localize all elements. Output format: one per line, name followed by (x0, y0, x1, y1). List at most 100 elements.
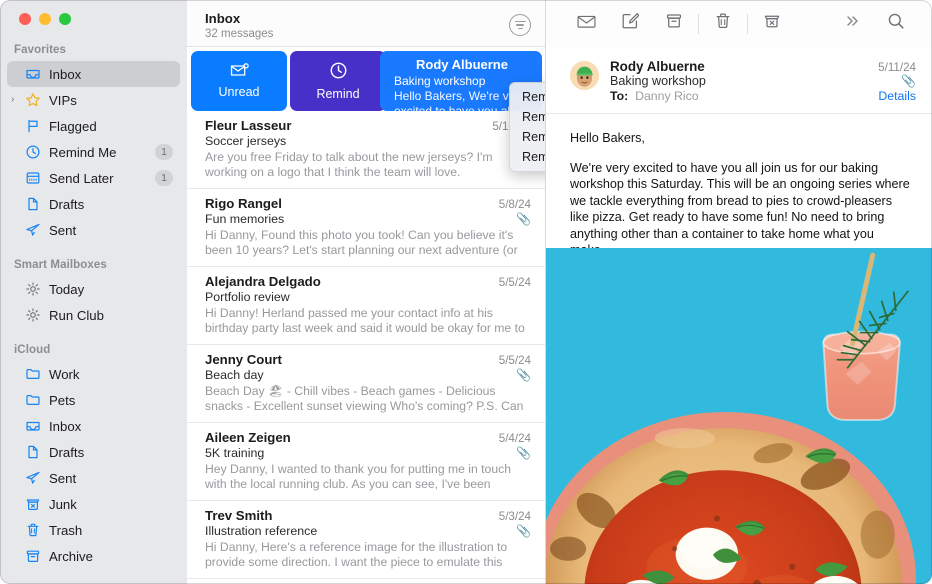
message-count: 32 messages (205, 28, 274, 40)
chevron-right-icon[interactable]: › (11, 95, 14, 105)
sidebar-item-send-later[interactable]: Send Later 1 (7, 165, 180, 191)
window-traffic-lights (0, 0, 187, 38)
inbox-tray-icon (24, 66, 41, 83)
folder-icon (24, 366, 41, 383)
search-button[interactable] (874, 9, 918, 39)
message-preview: Hi Danny! Herland passed me your contact… (205, 306, 525, 335)
message-date: 5/5/24 (498, 354, 531, 367)
close-button[interactable] (19, 13, 31, 25)
sidebar-item-work[interactable]: Work (7, 361, 180, 387)
sidebar: Favorites Inbox › VIPs Flagged Remind Me… (0, 0, 187, 584)
table-row[interactable]: Trev Smith 5/3/24 Illustration reference… (187, 501, 545, 579)
sidebar-item-label: Inbox (49, 418, 82, 434)
sidebar-item-label: Send Later (49, 170, 114, 186)
toolbar-divider (747, 13, 748, 34)
search-icon (887, 12, 905, 35)
reading-toolbar (546, 0, 932, 47)
sidebar-item-drafts[interactable]: Drafts (7, 191, 180, 217)
sidebar-item-inbox[interactable]: Inbox (7, 61, 180, 87)
junk-bin-icon (763, 12, 781, 35)
inbox-tray-icon (24, 418, 41, 435)
message-subject: Soccer jerseys (205, 134, 287, 148)
junk-button[interactable] (750, 9, 794, 39)
sidebar-item-archive[interactable]: Archive (7, 543, 180, 569)
sidebar-item-label: Sent (49, 222, 77, 238)
message-subject: Illustration reference (205, 524, 318, 538)
sidebar-item-icloud-drafts[interactable]: Drafts (7, 439, 180, 465)
sidebar-item-pets[interactable]: Pets (7, 387, 180, 413)
sidebar-item-flagged[interactable]: Flagged (7, 113, 180, 139)
message-date: 5/8/24 (498, 198, 531, 211)
sidebar-item-label: Drafts (49, 196, 85, 212)
table-row[interactable]: Fleur Lasseur 5/10/24 Soccer jerseys Are… (187, 111, 545, 189)
sidebar-item-icloud-sent[interactable]: Sent (7, 465, 180, 491)
email-header: Rody Albuerne 5/11/24 Baking workshop 📎 … (546, 47, 932, 114)
filter-icon[interactable] (509, 14, 531, 36)
table-row[interactable]: Rigo Rangel 5/8/24 Fun memories 📎 Hi Dan… (187, 189, 545, 267)
sidebar-item-label: Remind Me (49, 144, 117, 160)
avatar (570, 61, 599, 90)
document-icon (24, 444, 41, 461)
message-list-header: Inbox 32 messages (187, 0, 545, 47)
archive-button[interactable] (652, 9, 696, 39)
more-button[interactable] (830, 9, 874, 39)
attachment-paperclip-icon: 📎 (516, 446, 531, 460)
sidebar-item-label: Trash (49, 522, 83, 538)
menu-item-remind-tomorrow[interactable]: Remind Me Tomorrow (510, 127, 545, 147)
sidebar-item-remind-me[interactable]: Remind Me 1 (7, 139, 180, 165)
attachment-paperclip-icon: 📎 (901, 74, 916, 88)
sidebar-item-trash[interactable]: Trash (7, 517, 180, 543)
envelope-icon (576, 14, 596, 34)
sidebar-item-label: Drafts (49, 444, 85, 460)
table-row[interactable]: Alejandra Delgado 5/5/24 Portfolio revie… (187, 267, 545, 345)
to-label: To: (610, 89, 629, 103)
sidebar-item-junk[interactable]: Junk (7, 491, 180, 517)
sidebar-item-sent[interactable]: Sent (7, 217, 180, 243)
sidebar-item-icloud-inbox[interactable]: Inbox (7, 413, 180, 439)
sidebar-item-label: Inbox (49, 66, 82, 82)
table-row[interactable]: Jenny Court 5/5/24 Beach day 📎 Beach Day… (187, 345, 545, 423)
mark-unread-button[interactable] (564, 9, 608, 39)
menu-item-remind-in-1-hour[interactable]: Remind Me in 1 Hour (510, 87, 545, 107)
unread-badge: 1 (155, 144, 173, 160)
sidebar-item-run-club[interactable]: Run Club (7, 302, 180, 328)
zoom-button[interactable] (59, 13, 71, 25)
message-preview: Hi Danny, Here's a reference image for t… (205, 540, 508, 569)
flag-icon (24, 118, 41, 135)
clock-icon (329, 61, 348, 83)
message-date: 5/4/24 (498, 432, 531, 445)
message-preview: Hi Danny, Found this photo you took! Can… (205, 228, 518, 257)
junk-bin-icon (24, 496, 41, 513)
remind-me-context-menu[interactable]: Remind Me in 1 Hour Remind Me Tonight Re… (509, 82, 545, 172)
sender-name: Rody Albuerne (610, 59, 705, 74)
message-date: 5/3/24 (498, 510, 531, 523)
calendar-icon (24, 170, 41, 187)
folder-icon (24, 392, 41, 409)
paper-plane-icon (24, 470, 41, 487)
details-link[interactable]: Details (878, 89, 916, 103)
margherita-pizza-photo (546, 248, 932, 584)
menu-item-remind-tonight[interactable]: Remind Me Tonight (510, 107, 545, 127)
message-preview: Hey Danny, I wanted to thank you for put… (205, 462, 511, 491)
minimize-button[interactable] (39, 13, 51, 25)
chevron-double-right-icon (843, 13, 861, 34)
sidebar-item-label: Junk (49, 496, 77, 512)
mailbox-title: Inbox (205, 11, 241, 26)
swipe-unread-button[interactable]: Unread (191, 51, 287, 111)
swipe-remind-button[interactable]: Remind (290, 51, 386, 111)
clock-icon (24, 144, 41, 161)
menu-item-remind-later[interactable]: Remind Me Later... (510, 147, 545, 167)
sidebar-section-smart-mailboxes-title: Smart Mailboxes (14, 259, 107, 271)
compose-button[interactable] (608, 9, 652, 39)
message-from: Jenny Court (205, 352, 282, 367)
star-icon (24, 92, 41, 109)
message-from: Rigo Rangel (205, 196, 282, 211)
unread-envelope-icon (230, 63, 249, 81)
table-row[interactable]: Aileen Zeigen 5/4/24 5K training 📎 Hey D… (187, 423, 545, 501)
sidebar-item-today[interactable]: Today (7, 276, 180, 302)
sidebar-item-vips[interactable]: › VIPs (7, 87, 180, 113)
sidebar-section-favorites-title: Favorites (14, 44, 67, 56)
document-icon (24, 196, 41, 213)
delete-button[interactable] (701, 9, 745, 39)
sidebar-item-label: Pets (49, 392, 76, 408)
